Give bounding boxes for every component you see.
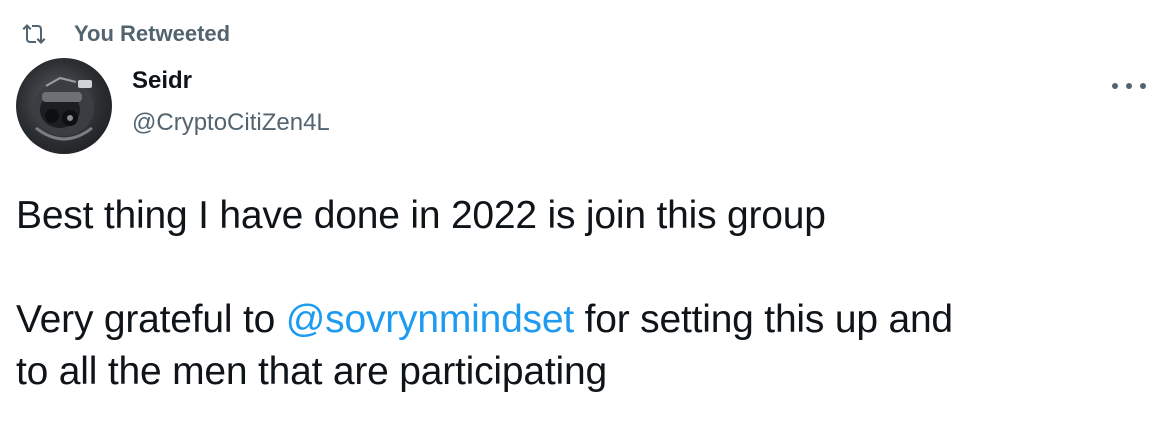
author-display-name[interactable]: Seidr xyxy=(132,66,330,96)
tweet-text-segment: for setting this up and xyxy=(573,298,954,341)
tweet-line: to all the men that are participating xyxy=(16,350,607,393)
author-block[interactable]: Seidr @CryptoCitiZen4L xyxy=(132,66,330,138)
tweet-line: Very grateful to @sovrynmindset for sett… xyxy=(16,294,1156,346)
tweet-text: Best thing I have done in 2022 is join t… xyxy=(16,190,1156,398)
retweet-label: You Retweeted xyxy=(74,21,231,46)
author-handle[interactable]: @CryptoCitiZen4L xyxy=(132,108,330,138)
mention-link[interactable]: @sovrynmindset xyxy=(286,298,574,341)
avatar[interactable] xyxy=(16,58,112,154)
more-horizontal-icon xyxy=(1140,83,1146,89)
tweet-line: Best thing I have done in 2022 is join t… xyxy=(16,194,826,237)
retweet-icon xyxy=(20,20,48,48)
more-horizontal-icon xyxy=(1112,83,1118,89)
retweet-banner: You Retweeted xyxy=(20,18,230,50)
more-horizontal-icon xyxy=(1126,83,1132,89)
tweet-text-segment: Very grateful to xyxy=(16,298,286,341)
more-options-button[interactable] xyxy=(1112,76,1146,96)
